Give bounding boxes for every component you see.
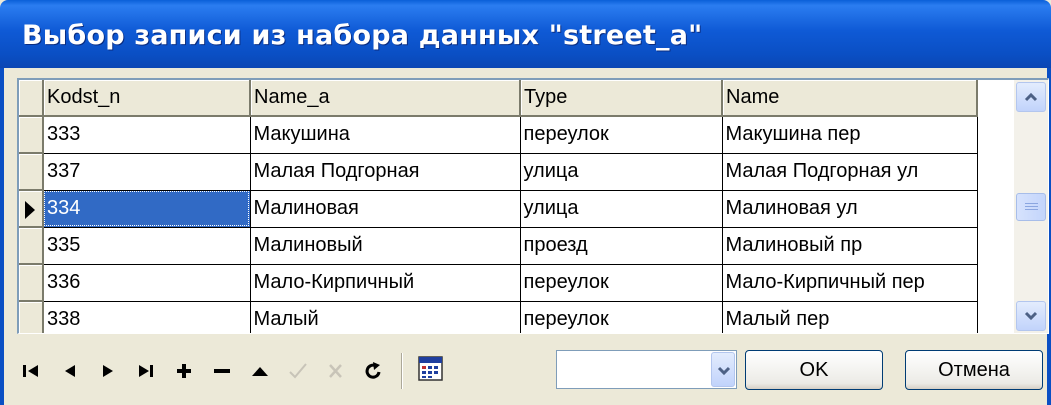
- cell-type[interactable]: проезд: [520, 227, 723, 265]
- navigator-toolbar: OK Отмена: [17, 345, 1047, 395]
- cell-name[interactable]: Малая Подгорная ул: [722, 153, 978, 191]
- cell-name[interactable]: Малый пер: [722, 301, 978, 333]
- column-header-name-a[interactable]: Name_a: [250, 80, 521, 117]
- cell-name-a[interactable]: Макушина: [250, 116, 521, 154]
- records-table: Kodst_n Name_a Type Name 333 Макушина пе…: [19, 80, 978, 333]
- row-indicator[interactable]: [19, 153, 44, 191]
- cell-type[interactable]: улица: [520, 190, 723, 228]
- row-indicator[interactable]: [19, 264, 44, 302]
- cell-name-a[interactable]: Малиновая: [250, 190, 521, 228]
- ok-button[interactable]: OK: [745, 350, 883, 390]
- refresh-button[interactable]: [359, 353, 395, 389]
- table-row-current[interactable]: 334 Малиновая улица Малиновая ул: [19, 190, 978, 228]
- next-record-button[interactable]: [93, 353, 129, 389]
- insert-record-button[interactable]: [169, 353, 205, 389]
- toolbar-separator: [401, 353, 403, 389]
- cell-kodst-n[interactable]: 333: [43, 116, 251, 154]
- cell-kodst-n-selected[interactable]: 334: [43, 190, 251, 228]
- grip-line: [1025, 209, 1038, 210]
- next-icon: [103, 365, 113, 377]
- cancel-edit-button[interactable]: [321, 353, 357, 389]
- chevron-down-icon: [1024, 311, 1038, 321]
- cell-type[interactable]: переулок: [520, 264, 723, 302]
- cell-name-a[interactable]: Малиновый: [250, 227, 521, 265]
- edit-icon: [252, 367, 268, 376]
- indicator-header: [19, 80, 44, 117]
- grip-line: [1025, 206, 1038, 207]
- cell-name-a[interactable]: Малый: [250, 301, 521, 333]
- column-header-type[interactable]: Type: [520, 80, 723, 117]
- table-row[interactable]: 337 Малая Подгорная улица Малая Подгорна…: [19, 153, 978, 191]
- cancel-button[interactable]: Отмена: [905, 350, 1043, 390]
- cell-kodst-n[interactable]: 337: [43, 153, 251, 191]
- cell-name[interactable]: Мало-Кирпичный пер: [722, 264, 978, 302]
- edit-record-button[interactable]: [245, 353, 281, 389]
- cell-name[interactable]: Малиновый пр: [722, 227, 978, 265]
- first-record-button[interactable]: [17, 353, 53, 389]
- calendar-button[interactable]: [415, 353, 451, 389]
- cell-name-a[interactable]: Малая Подгорная: [250, 153, 521, 191]
- cell-type[interactable]: переулок: [520, 301, 723, 333]
- cell-kodst-n[interactable]: 338: [43, 301, 251, 333]
- scroll-down-button[interactable]: [1016, 301, 1046, 331]
- header-row: Kodst_n Name_a Type Name: [19, 80, 978, 117]
- row-indicator[interactable]: [19, 227, 44, 265]
- table-row[interactable]: 338 Малый переулок Малый пер: [19, 301, 978, 333]
- combobox-dropdown-button[interactable]: [711, 352, 735, 387]
- refresh-icon: [365, 362, 381, 379]
- current-record-arrow-icon: [25, 201, 35, 219]
- window-title: Выбор записи из набора данных "street_a": [22, 20, 703, 51]
- first-icon: [23, 365, 38, 377]
- column-header-kodst-n[interactable]: Kodst_n: [43, 80, 251, 117]
- table-row[interactable]: 335 Малиновый проезд Малиновый пр: [19, 227, 978, 265]
- last-record-button[interactable]: [131, 353, 167, 389]
- filter-combobox[interactable]: [556, 350, 737, 389]
- prior-record-button[interactable]: [55, 353, 91, 389]
- insert-icon: [177, 364, 191, 378]
- table-row[interactable]: 333 Макушина переулок Макушина пер: [19, 116, 978, 154]
- cell-kodst-n[interactable]: 335: [43, 227, 251, 265]
- last-icon: [139, 365, 153, 377]
- row-indicator[interactable]: [19, 116, 44, 154]
- window-frame-left: [0, 68, 4, 405]
- cell-type[interactable]: улица: [520, 153, 723, 191]
- table-row[interactable]: 336 Мало-Кирпичный переулок Мало-Кирпичн…: [19, 264, 978, 302]
- column-header-name[interactable]: Name: [722, 80, 978, 117]
- prior-icon: [65, 365, 75, 377]
- cell-kodst-n[interactable]: 336: [43, 264, 251, 302]
- row-indicator[interactable]: [19, 301, 44, 333]
- cell-name[interactable]: Малиновая ул: [722, 190, 978, 228]
- post-record-button[interactable]: [283, 353, 319, 389]
- cancel-icon: [329, 364, 342, 378]
- chevron-up-icon: [1024, 92, 1038, 102]
- cell-name-a[interactable]: Мало-Кирпичный: [250, 264, 521, 302]
- chevron-down-icon: [717, 366, 731, 376]
- delete-record-button[interactable]: [207, 353, 243, 389]
- calendar-icon: [418, 356, 443, 381]
- cell-type[interactable]: переулок: [520, 116, 723, 154]
- title-bar[interactable]: Выбор записи из набора данных "street_a": [0, 0, 1051, 68]
- row-indicator-current[interactable]: [19, 190, 44, 228]
- vertical-scrollbar[interactable]: [1014, 80, 1048, 333]
- delete-icon: [214, 369, 230, 373]
- scroll-up-button[interactable]: [1016, 82, 1046, 112]
- post-icon: [289, 363, 307, 379]
- scroll-thumb[interactable]: [1016, 193, 1046, 221]
- grip-line: [1025, 203, 1038, 204]
- cell-name[interactable]: Макушина пер: [722, 116, 978, 154]
- records-grid[interactable]: Kodst_n Name_a Type Name 333 Макушина пе…: [17, 78, 1049, 334]
- dialog-window: Выбор записи из набора данных "street_a"…: [0, 0, 1051, 405]
